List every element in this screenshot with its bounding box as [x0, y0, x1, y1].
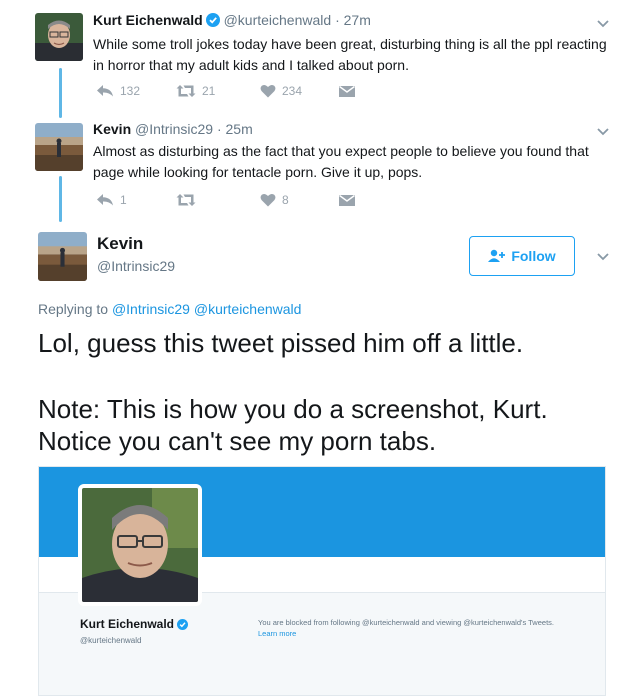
reply-mention-link[interactable]: @kurteichenwald: [194, 301, 302, 317]
author-name[interactable]: Kevin: [93, 121, 131, 137]
card-profile-name: Kurt Eichenwald: [80, 617, 189, 631]
heart-icon: [260, 84, 276, 98]
retweet-button[interactable]: [176, 193, 202, 207]
caret-down-icon[interactable]: [596, 124, 610, 138]
caret-down-icon[interactable]: [596, 249, 610, 263]
envelope-icon: [339, 85, 355, 97]
card-profile-handle: @kurteichenwald: [80, 636, 142, 645]
tweet-header: Kevin @Intrinsic29 · 25m: [93, 121, 253, 137]
reply-count: 132: [120, 84, 141, 98]
author-handle[interactable]: @Intrinsic29: [97, 258, 175, 274]
tweet-text-line: Note: This is how you do a screenshot, K…: [38, 394, 548, 424]
caret-down-icon[interactable]: [596, 16, 610, 30]
retweet-icon: [176, 85, 196, 97]
reply-count: 1: [120, 193, 127, 207]
heart-icon: [260, 193, 276, 207]
like-button[interactable]: 234: [260, 84, 302, 98]
author-handle[interactable]: @Intrinsic29: [135, 121, 213, 137]
reply-icon: [97, 85, 113, 97]
envelope-icon: [339, 194, 355, 206]
avatar[interactable]: [35, 123, 83, 171]
timestamp[interactable]: 25m: [226, 121, 253, 137]
author-handle[interactable]: @kurteichenwald: [224, 12, 332, 28]
learn-more-link: Learn more: [258, 629, 297, 638]
reply-button[interactable]: 132: [96, 84, 140, 98]
retweet-count: 21: [202, 84, 216, 98]
tweet-text-line: Notice you can't see my porn tabs.: [38, 426, 437, 456]
reply-button[interactable]: 1: [96, 193, 127, 207]
follow-label: Follow: [511, 248, 556, 264]
blocked-notice: You are blocked from following @kurteich…: [258, 618, 554, 627]
tweet-text: Almost as disturbing as the fact that yo…: [93, 143, 589, 180]
tweet-text-line: Lol, guess this tweet pissed him off a l…: [38, 328, 524, 358]
verified-badge-icon: [205, 13, 220, 27]
profile-photo: [78, 484, 202, 606]
verified-badge-icon: [177, 619, 189, 630]
tweet-kevin[interactable]: Kevin @Intrinsic29 · 25m Almost as distu…: [0, 115, 640, 225]
avatar[interactable]: [35, 13, 83, 61]
timestamp[interactable]: 27m: [344, 12, 371, 28]
follow-person-icon: [488, 249, 506, 262]
author-name[interactable]: Kurt Eichenwald: [93, 12, 203, 28]
tweet-header: Kurt Eichenwald @kurteichenwald · 27m: [93, 12, 371, 28]
reply-mention-link[interactable]: @Intrinsic29: [112, 301, 190, 317]
retweet-icon: [176, 194, 196, 206]
direct-message-button[interactable]: [339, 84, 355, 98]
like-count: 234: [282, 84, 303, 98]
tweet-kurt[interactable]: Kurt Eichenwald @kurteichenwald · 27m Wh…: [0, 0, 640, 115]
like-button[interactable]: 8: [260, 193, 289, 207]
like-count: 8: [282, 193, 289, 207]
tweet-text: While some troll jokes today have been g…: [93, 36, 607, 73]
reply-icon: [97, 194, 113, 206]
follow-button[interactable]: Follow: [469, 236, 575, 276]
embedded-screenshot[interactable]: Kurt Eichenwald @kurteichenwald You are …: [38, 466, 606, 696]
author-name[interactable]: Kevin: [97, 234, 143, 254]
avatar[interactable]: [38, 232, 87, 281]
retweet-button[interactable]: 21: [176, 84, 215, 98]
direct-message-button[interactable]: [339, 193, 355, 207]
replying-to: Replying to @Intrinsic29 @kurteichenwald: [38, 301, 302, 317]
